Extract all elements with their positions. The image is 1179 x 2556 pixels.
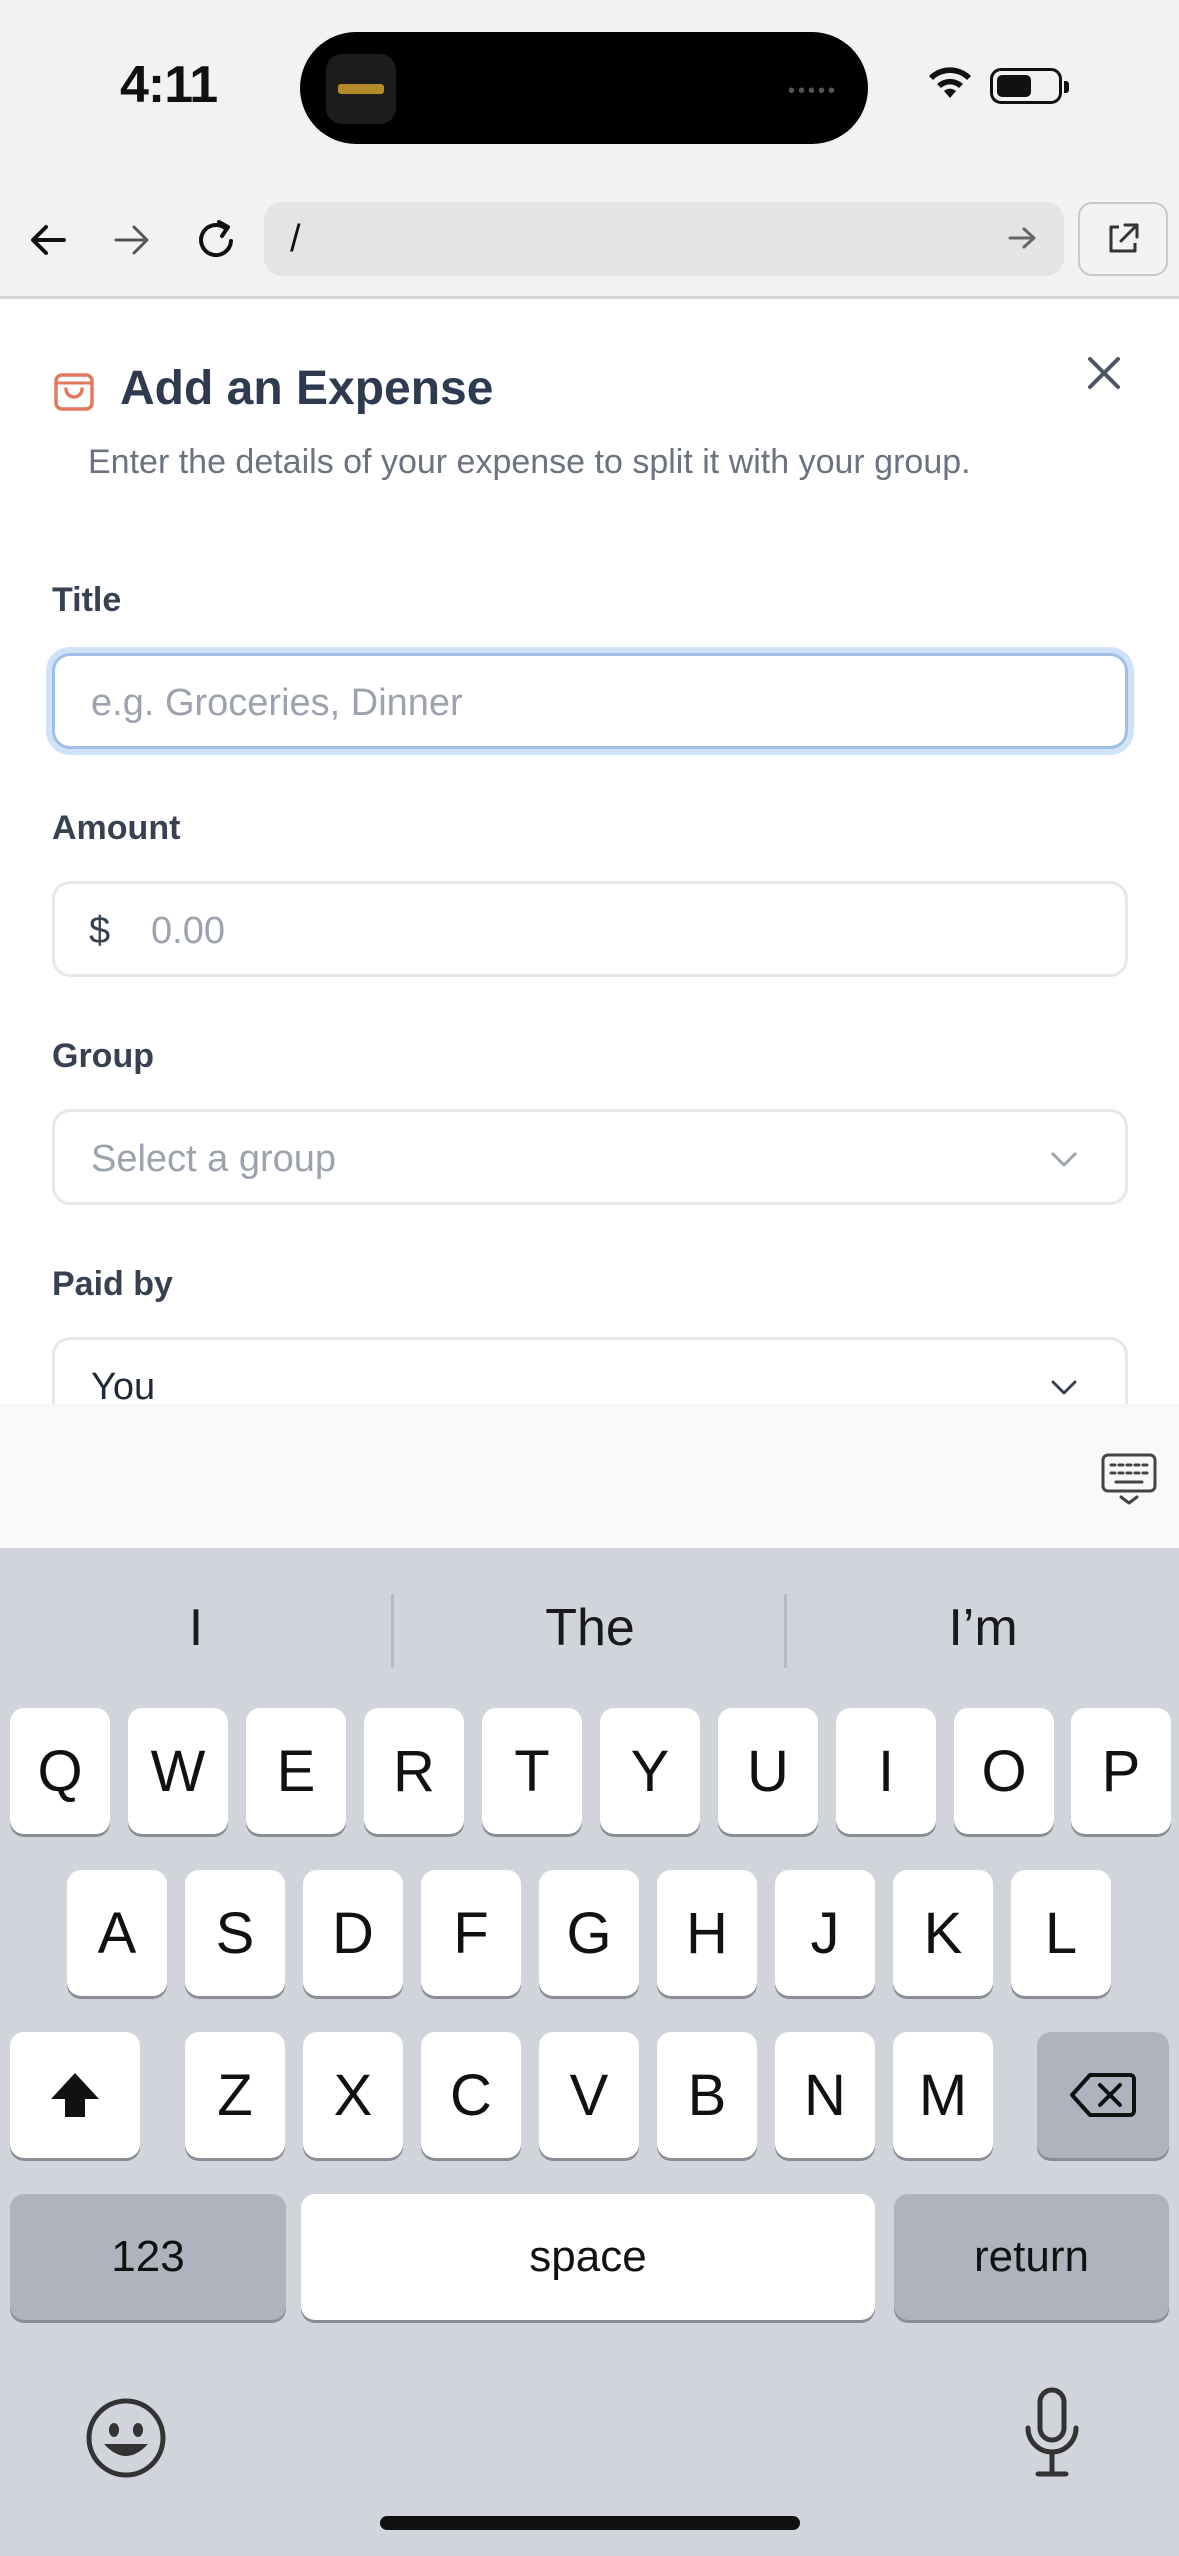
paid-by-label: Paid by	[52, 1265, 173, 1303]
modal-subtitle: Enter the details of your expense to spl…	[88, 443, 971, 481]
reload-icon[interactable]	[188, 212, 244, 268]
space-key[interactable]: space	[301, 2194, 875, 2320]
key-f[interactable]: F	[421, 1870, 521, 1996]
shift-key[interactable]	[10, 2032, 140, 2158]
chevron-down-icon	[1051, 1380, 1077, 1395]
key-q[interactable]: Q	[10, 1708, 110, 1834]
key-d[interactable]: D	[303, 1870, 403, 1996]
go-arrow-icon[interactable]	[1002, 218, 1042, 258]
key-k[interactable]: K	[893, 1870, 993, 1996]
prediction-1[interactable]: I	[0, 1598, 392, 1658]
status-bar: 4:11 •••••	[0, 0, 1179, 180]
title-placeholder: e.g. Groceries, Dinner	[91, 682, 463, 724]
key-m[interactable]: M	[893, 2032, 993, 2158]
key-r[interactable]: R	[364, 1708, 464, 1834]
microphone-icon[interactable]	[1020, 2386, 1084, 2480]
paid-by-value: You	[91, 1366, 156, 1404]
key-u[interactable]: U	[718, 1708, 818, 1834]
dynamic-island: •••••	[300, 32, 868, 144]
key-s[interactable]: S	[185, 1870, 285, 1996]
key-j[interactable]: J	[775, 1870, 875, 1996]
modal-title: Add an Expense	[120, 362, 494, 415]
amount-placeholder: 0.00	[151, 910, 225, 952]
prediction-2[interactable]: The	[394, 1598, 786, 1658]
title-input[interactable]: e.g. Groceries, Dinner	[52, 653, 1128, 749]
close-icon[interactable]	[1080, 349, 1128, 397]
modal-header: Add an Expense	[52, 361, 493, 416]
key-g[interactable]: G	[539, 1870, 639, 1996]
live-activity-app-icon	[326, 54, 396, 124]
keyboard-dismiss-icon[interactable]	[1100, 1452, 1158, 1508]
home-indicator	[380, 2516, 800, 2530]
forward-arrow-icon[interactable]	[104, 212, 160, 268]
wifi-icon	[929, 67, 971, 98]
key-w[interactable]: W	[128, 1708, 228, 1834]
browser-toolbar: /	[0, 180, 1179, 296]
key-x[interactable]: X	[303, 2032, 403, 2158]
backspace-icon	[1070, 2073, 1136, 2117]
predictive-text-bar: I The I’m	[0, 1548, 1179, 1708]
chevron-down-icon	[1051, 1152, 1077, 1167]
key-b[interactable]: B	[657, 2032, 757, 2158]
add-expense-modal: Add an Expense Enter the details of your…	[0, 296, 1179, 1404]
key-n[interactable]: N	[775, 2032, 875, 2158]
key-t[interactable]: T	[482, 1708, 582, 1834]
open-external-button[interactable]	[1078, 202, 1168, 276]
group-select[interactable]: Select a group	[52, 1109, 1128, 1205]
back-arrow-icon[interactable]	[20, 212, 76, 268]
emoji-icon[interactable]	[84, 2396, 168, 2480]
group-label: Group	[52, 1037, 154, 1075]
key-v[interactable]: V	[539, 2032, 639, 2158]
currency-symbol: $	[89, 910, 111, 952]
delete-key[interactable]	[1037, 2032, 1169, 2158]
key-l[interactable]: L	[1011, 1870, 1111, 1996]
external-link-icon	[1109, 223, 1139, 253]
prediction-3[interactable]: I’m	[787, 1598, 1179, 1658]
shopping-bag-icon	[54, 372, 94, 411]
amount-label: Amount	[52, 809, 181, 847]
key-e[interactable]: E	[246, 1708, 346, 1834]
url-bar[interactable]: /	[264, 202, 1064, 276]
numbers-key[interactable]: 123	[10, 2194, 286, 2320]
amount-input[interactable]: $ 0.00	[52, 881, 1128, 977]
title-label: Title	[52, 581, 122, 619]
return-key[interactable]: return	[894, 2194, 1169, 2320]
key-h[interactable]: H	[657, 1870, 757, 1996]
key-p[interactable]: P	[1071, 1708, 1171, 1834]
key-o[interactable]: O	[954, 1708, 1054, 1834]
on-screen-keyboard: I The I’m Q W E R T Y U I O P A S D F G …	[0, 1548, 1179, 2556]
status-time: 4:11	[120, 56, 218, 114]
key-z[interactable]: Z	[185, 2032, 285, 2158]
shift-icon	[51, 2073, 99, 2117]
url-text: /	[290, 218, 301, 260]
key-i[interactable]: I	[836, 1708, 936, 1834]
keyboard-accessory-bar	[0, 1404, 1179, 1548]
paid-by-select[interactable]: You	[52, 1337, 1128, 1404]
battery-icon	[990, 68, 1069, 104]
key-c[interactable]: C	[421, 2032, 521, 2158]
key-y[interactable]: Y	[600, 1708, 700, 1834]
live-activity-dots-icon: •••••	[787, 80, 838, 102]
key-a[interactable]: A	[67, 1870, 167, 1996]
group-placeholder: Select a group	[91, 1138, 337, 1180]
